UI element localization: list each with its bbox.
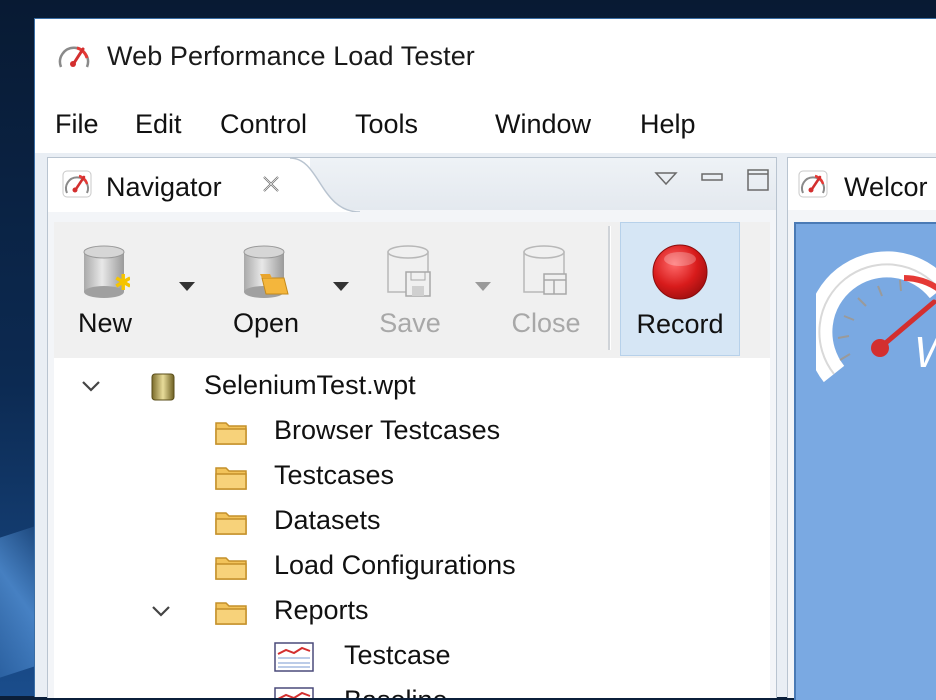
welcome-tab-label: Welcor — [844, 172, 928, 202]
report-icon — [274, 687, 314, 698]
save-repository-icon — [387, 245, 431, 297]
save-button[interactable]: Save — [360, 222, 460, 354]
tab-welcome[interactable]: Welcor — [788, 158, 936, 210]
menu-window[interactable]: Window — [495, 109, 591, 140]
new-repository-icon: ✱ — [83, 245, 130, 298]
tab-slope-decoration — [290, 158, 360, 212]
chevron-down-icon[interactable] — [150, 601, 172, 621]
save-dropdown-arrow-icon[interactable] — [474, 280, 492, 292]
folder-icon — [215, 557, 247, 580]
open-button-label: Open — [232, 308, 300, 338]
welcome-panel: Welcor — [787, 157, 936, 700]
tree-label-reports: Reports — [274, 595, 369, 625]
tree-item-report[interactable]: Testcase — [54, 634, 770, 678]
view-menu-icon[interactable] — [654, 170, 678, 188]
record-button[interactable]: Record — [620, 222, 740, 356]
menu-file[interactable]: File — [55, 109, 99, 140]
tree-label-root: SeleniumTest.wpt — [204, 370, 416, 400]
minimize-icon[interactable] — [700, 168, 724, 186]
close-repository-icon — [523, 245, 567, 295]
tree-item-folder[interactable]: Testcases — [54, 454, 770, 498]
tree-item-folder[interactable]: Load Configurations — [54, 544, 770, 588]
open-repository-icon — [243, 245, 289, 298]
report-icon — [274, 642, 314, 672]
tree-label-load-configurations: Load Configurations — [274, 550, 516, 580]
tree-label-baseline-report: Baseline — [344, 685, 448, 698]
tree-item-folder[interactable]: Browser Testcases — [54, 409, 770, 453]
menu-bar: File Edit Control Tools Window Help — [35, 93, 936, 153]
save-button-label: Save — [379, 308, 441, 338]
menu-tools[interactable]: Tools — [355, 109, 418, 140]
new-button-label: New — [77, 308, 132, 338]
welcome-content: W — [794, 222, 936, 700]
chevron-down-icon[interactable] — [80, 376, 102, 396]
close-button-label: Close — [511, 308, 581, 338]
tree-item-folder[interactable]: Reports — [54, 589, 770, 633]
menu-edit[interactable]: Edit — [135, 109, 182, 140]
folder-icon — [215, 602, 247, 625]
repository-icon — [151, 373, 175, 401]
navigator-tab-label: Navigator — [106, 172, 222, 202]
gauge-icon — [798, 170, 828, 198]
tree-item-root[interactable]: SeleniumTest.wpt — [54, 364, 770, 408]
window-title: Web Performance Load Tester — [107, 41, 475, 71]
tree-label-browser-testcases: Browser Testcases — [274, 415, 501, 445]
folder-icon — [215, 467, 247, 490]
app-gauge-icon — [58, 46, 90, 68]
folder-icon — [215, 422, 247, 445]
record-button-label: Record — [636, 309, 724, 339]
maximize-icon[interactable] — [746, 168, 770, 192]
tree-label-datasets: Datasets — [274, 505, 381, 535]
new-dropdown-arrow-icon[interactable] — [178, 280, 196, 292]
title-bar: Web Performance Load Tester — [35, 19, 936, 93]
record-icon — [652, 244, 708, 300]
close-button[interactable]: Close — [496, 222, 596, 354]
new-button[interactable]: ✱ New — [60, 222, 150, 354]
menu-help[interactable]: Help — [640, 109, 696, 140]
menu-control[interactable]: Control — [220, 109, 307, 140]
tree-item-report[interactable]: Baseline — [54, 679, 770, 698]
toolbar-separator — [608, 226, 611, 350]
app-window: Web Performance Load Tester File Edit Co… — [34, 18, 936, 700]
navigator-panel: Navigator ✱ New Open Save Close Record S… — [47, 157, 777, 698]
close-icon[interactable] — [258, 171, 284, 197]
svg-text:✱: ✱ — [114, 271, 130, 296]
navigator-tree: SeleniumTest.wpt Browser Testcases Testc… — [54, 358, 770, 698]
welcome-heading-fragment: W — [914, 328, 936, 378]
tree-label-testcase-report: Testcase — [344, 640, 451, 670]
tree-label-testcases: Testcases — [274, 460, 395, 490]
open-dropdown-arrow-icon[interactable] — [332, 280, 350, 292]
tab-navigator[interactable]: Navigator — [48, 158, 310, 212]
open-button[interactable]: Open — [214, 222, 318, 354]
folder-icon — [215, 512, 247, 535]
tree-item-folder[interactable]: Datasets — [54, 499, 770, 543]
gauge-icon — [62, 170, 92, 198]
navigator-toolbar: ✱ New Open Save Close Record — [54, 222, 770, 359]
workbench-area: Navigator ✱ New Open Save Close Record S… — [35, 153, 936, 700]
